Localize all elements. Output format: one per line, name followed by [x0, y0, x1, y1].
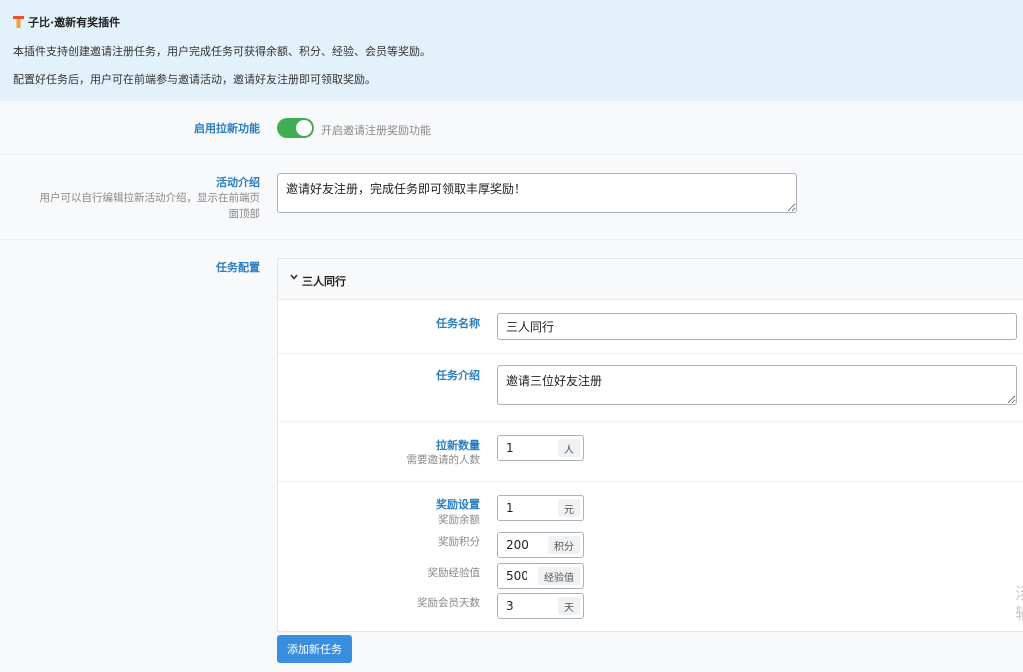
intro-help-line2: 面顶部	[228, 208, 261, 220]
task-panel: 三人同行 任务名称 任务介绍 邀请三位好友注册 拉新数量 需要邀请的人数 人 奖…	[277, 258, 1023, 632]
reward-vip-label: 奖励会员天数	[417, 597, 480, 609]
intro-help: 用户可以自行编辑拉新活动介绍，显示在前端页 面顶部	[10, 190, 261, 222]
enable-toggle-text: 开启邀请注册奖励功能	[321, 124, 431, 137]
invite-count-unit: 人	[558, 439, 580, 457]
enable-toggle[interactable]	[277, 118, 314, 138]
task-config-label: 任务配置	[216, 261, 260, 274]
reward-vip-field: 天	[497, 593, 584, 619]
overflow-text: 汤 轴	[1015, 584, 1023, 624]
invite-count-input[interactable]	[498, 436, 555, 460]
reward-balance-field: 元	[497, 495, 584, 521]
reward-vip-input[interactable]	[498, 594, 555, 618]
reward-label: 奖励设置	[436, 498, 480, 511]
reward-balance-input[interactable]	[498, 496, 555, 520]
intro-help-line1: 用户可以自行编辑拉新活动介绍，显示在前端页	[39, 192, 261, 204]
banner-description: 本插件支持创建邀请注册任务，用户完成任务可获得余额、积分、经验、会员等奖励。	[13, 45, 431, 58]
reward-balance-unit: 元	[558, 499, 580, 517]
intro-textarea[interactable]: 邀请好友注册，完成任务即可领取丰厚奖励！	[277, 173, 797, 213]
reward-exp-unit: 经验值	[538, 567, 580, 585]
add-task-button[interactable]: 添加新任务	[277, 635, 352, 663]
reward-exp-label: 奖励经验值	[427, 567, 481, 579]
reward-vip-unit: 天	[558, 597, 580, 615]
intro-label: 活动介绍	[216, 176, 260, 189]
reward-points-unit: 积分	[548, 536, 580, 554]
chevron-down-icon[interactable]	[289, 272, 299, 282]
overflow-text-line1: 汤	[1015, 584, 1023, 604]
overflow-text-line2: 轴	[1015, 604, 1023, 624]
task-name-input[interactable]	[497, 313, 1017, 340]
task-panel-title: 三人同行	[302, 275, 346, 288]
invite-count-help: 需要邀请的人数	[406, 454, 481, 466]
reward-points-input[interactable]	[498, 533, 545, 557]
enable-row	[0, 101, 1023, 155]
reward-balance-label: 奖励余额	[438, 514, 480, 526]
enable-label: 启用拉新功能	[194, 122, 260, 135]
reward-exp-field: 经验值	[497, 563, 584, 589]
invite-count-label: 拉新数量	[436, 439, 480, 452]
invite-count-field: 人	[497, 435, 584, 461]
reward-points-field: 积分	[497, 532, 584, 558]
task-panel-header[interactable]: 三人同行	[278, 259, 1023, 300]
plugin-banner: 子比·邀新有奖插件 本插件支持创建邀请注册任务，用户完成任务可获得余额、积分、经…	[0, 0, 1023, 101]
banner-title-text: 子比·邀新有奖插件	[28, 16, 121, 29]
task-name-label: 任务名称	[436, 317, 480, 330]
toggle-knob	[296, 120, 312, 136]
banner-note: 配置好任务后，用户可在前端参与邀请活动，邀请好友注册即可领取奖励。	[13, 73, 376, 86]
task-desc-textarea[interactable]: 邀请三位好友注册	[497, 365, 1017, 405]
banner-title: 子比·邀新有奖插件	[13, 14, 120, 30]
task-desc-label: 任务介绍	[436, 369, 480, 382]
plugin-logo-icon	[13, 16, 24, 28]
reward-exp-input[interactable]	[498, 564, 535, 588]
reward-points-label: 奖励积分	[438, 536, 480, 548]
